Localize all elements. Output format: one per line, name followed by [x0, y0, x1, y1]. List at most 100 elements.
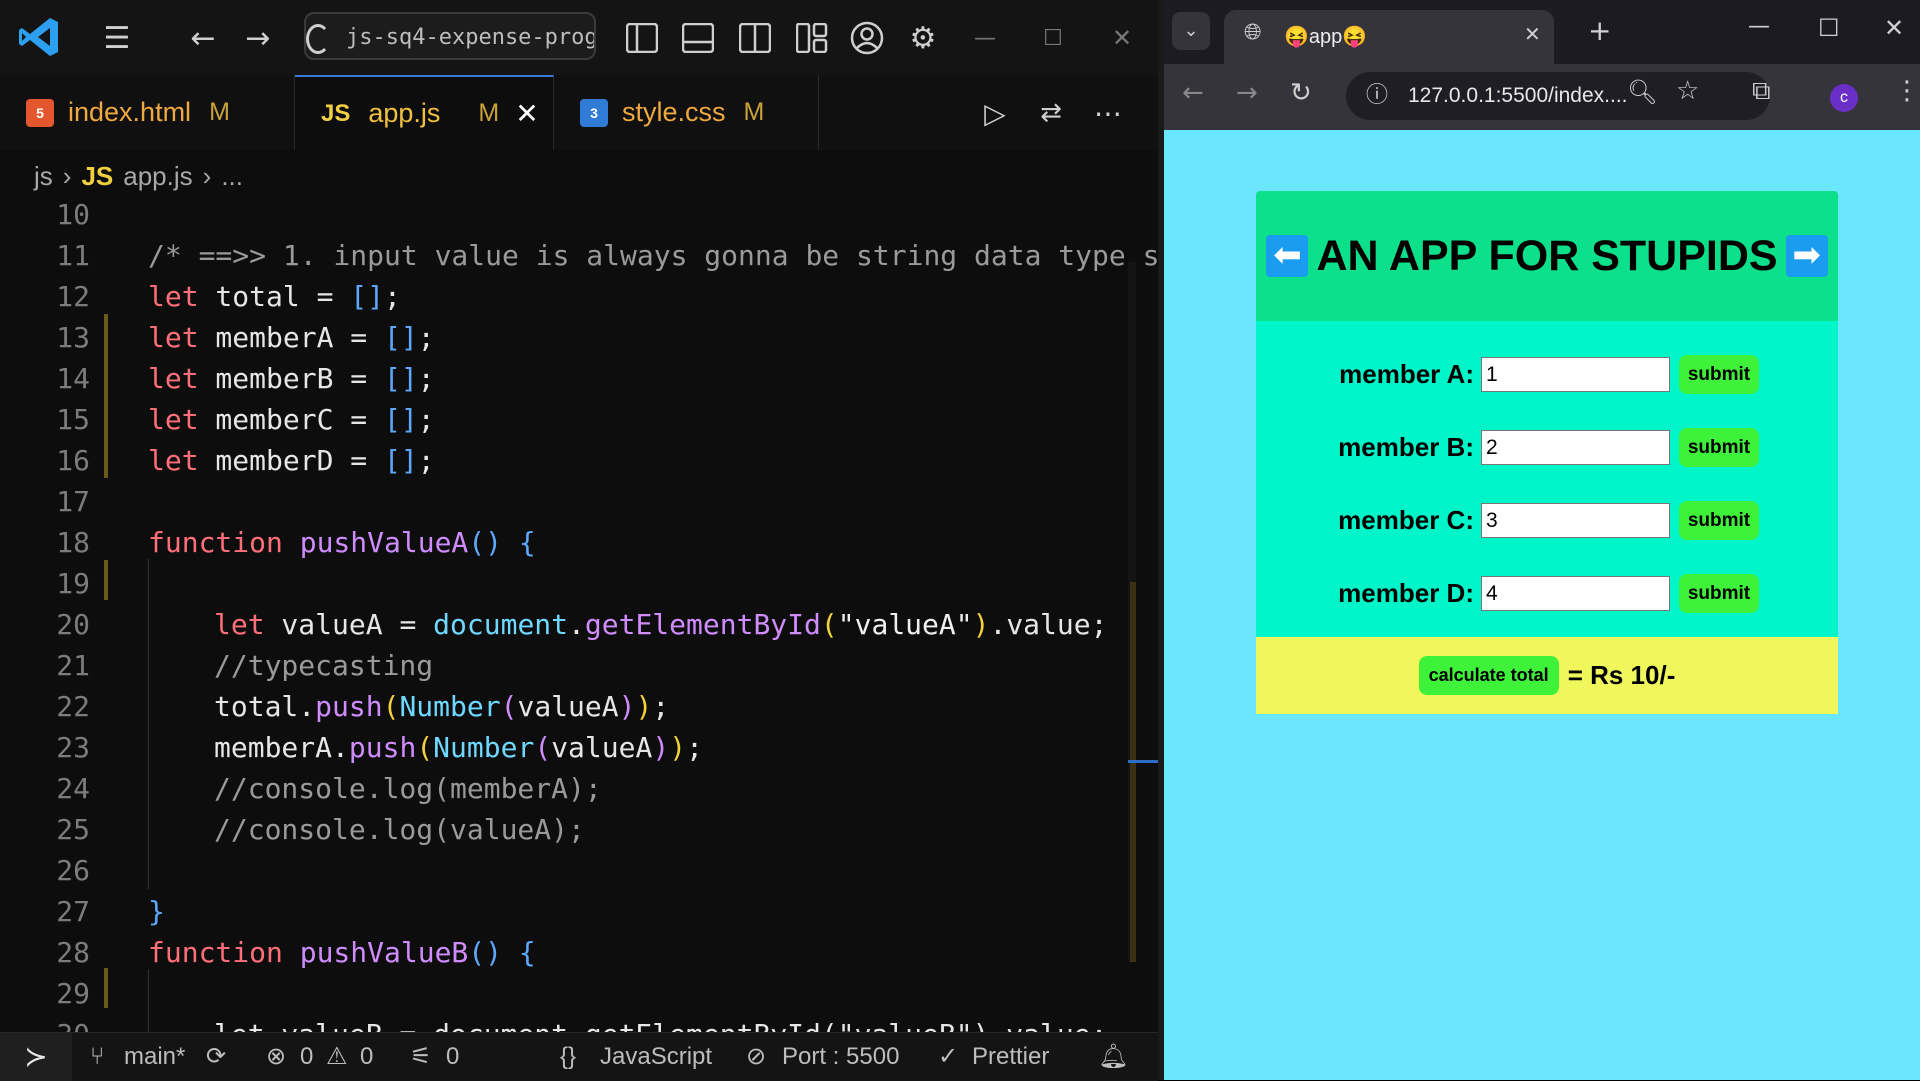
line-number: 11	[56, 239, 90, 272]
url-text: 127.0.0.1:5500/index....	[1408, 84, 1628, 107]
sync-icon[interactable]: ⟳	[206, 1033, 226, 1081]
maximize-icon[interactable]: ☐	[1818, 14, 1840, 42]
member-d-input[interactable]: 4	[1481, 576, 1670, 611]
tab-style-css[interactable]: 3 style.css M	[554, 75, 819, 150]
submit-a-button[interactable]: submit	[1679, 355, 1759, 394]
breadcrumb-file[interactable]: app.js	[123, 161, 192, 192]
loading-spinner-icon	[306, 24, 330, 54]
code-text: let valueB = document.getElementById("va…	[214, 1014, 1107, 1032]
tab-app-js[interactable]: JS app.js M ✕	[295, 75, 554, 150]
code-line: 13 let memberA = [];	[0, 317, 1158, 358]
code-line: 24 //console.log(memberA);	[0, 768, 1158, 809]
vscode-titlebar: ☰ ← → js-sq4-expense-progra ⚙ — ☐ ✕	[0, 0, 1158, 75]
member-c-input[interactable]: 3	[1481, 503, 1670, 538]
submit-c-button[interactable]: submit	[1679, 501, 1759, 540]
code-text: .value;	[989, 608, 1108, 641]
source-control-branch-icon[interactable]: ⑂	[90, 1033, 104, 1081]
code-line: 18 function pushValueA() {	[0, 522, 1158, 563]
member-a-input[interactable]: 1	[1481, 357, 1670, 392]
customize-layout-icon[interactable]	[792, 18, 832, 58]
new-tab-icon[interactable]: +	[1588, 14, 1611, 47]
vscode-logo-icon[interactable]	[16, 14, 62, 60]
command-center-search[interactable]: js-sq4-expense-progra	[304, 12, 596, 60]
prettier-status[interactable]: Prettier	[972, 1033, 1049, 1081]
breadcrumb-folder[interactable]: js	[34, 161, 53, 192]
open-changes-icon[interactable]: ⇄	[1031, 93, 1071, 133]
line-number: 22	[56, 690, 90, 723]
zoom-icon[interactable]: 🔍︎	[1627, 78, 1657, 106]
extensions-icon[interactable]: ⧉	[1752, 76, 1771, 107]
toggle-primary-sidebar-icon[interactable]	[622, 18, 662, 58]
warnings-count[interactable]: 0	[360, 1033, 373, 1081]
address-bar[interactable]: ⓘ 127.0.0.1:5500/index....	[1346, 72, 1770, 120]
code-comment: //console.log(valueA);	[214, 813, 585, 846]
breadcrumb-more[interactable]: ...	[221, 161, 243, 192]
close-window-icon[interactable]: ✕	[1884, 14, 1904, 42]
code-editor[interactable]: 10 11 /* ==>> 1. input value is always go…	[0, 202, 1158, 1032]
code-method: push	[348, 731, 417, 764]
live-server-port[interactable]: Port : 5500	[782, 1033, 899, 1081]
port-icon[interactable]: ⊘	[746, 1033, 766, 1081]
ports-count[interactable]: 0	[446, 1033, 459, 1081]
submit-b-button[interactable]: submit	[1679, 428, 1759, 467]
tab-modified-badge: M	[209, 98, 230, 126]
remote-indicator-icon[interactable]: ≻	[0, 1033, 72, 1081]
member-b-input[interactable]: 2	[1481, 430, 1670, 465]
profile-avatar[interactable]: c	[1830, 84, 1858, 112]
toggle-panel-icon[interactable]	[678, 18, 718, 58]
site-info-icon[interactable]: ⓘ	[1366, 72, 1388, 120]
submit-d-button[interactable]: submit	[1679, 574, 1759, 613]
braces-icon[interactable]: {}	[560, 1033, 576, 1081]
branch-name[interactable]: main*	[124, 1033, 185, 1081]
back-icon[interactable]: ←	[183, 18, 223, 58]
run-icon[interactable]: ▷	[975, 93, 1015, 133]
code-text: memberB =	[198, 362, 385, 395]
browser-menu-icon[interactable]: ⋮	[1894, 76, 1920, 106]
notifications-bell-icon[interactable]: 🔔︎	[1098, 1033, 1128, 1081]
errors-count[interactable]: 0	[300, 1033, 313, 1081]
close-window-icon[interactable]: ✕	[1102, 18, 1142, 58]
warnings-icon[interactable]: ⚠	[326, 1033, 348, 1081]
tab-label: index.html	[68, 97, 192, 127]
tab-index-html[interactable]: 5 index.html M	[0, 75, 295, 150]
language-mode[interactable]: JavaScript	[600, 1033, 712, 1081]
back-icon[interactable]: ←	[1182, 78, 1204, 108]
html5-icon: 5	[26, 98, 54, 127]
code-method: push	[315, 690, 383, 723]
minimize-icon[interactable]: —	[965, 18, 1005, 58]
code-line: 27}	[0, 891, 1158, 932]
bookmark-star-icon[interactable]: ☆	[1676, 76, 1699, 106]
total-result: = Rs 10/-	[1567, 660, 1676, 690]
browser-tab-app[interactable]: 🌐︎ 😝app😝 ✕	[1224, 10, 1554, 64]
menu-icon[interactable]: ☰	[97, 18, 137, 58]
maximize-icon[interactable]: ☐	[1033, 18, 1073, 58]
code-object: Number	[433, 731, 535, 764]
calculate-total-button[interactable]: calculate total	[1418, 656, 1559, 695]
check-icon[interactable]: ✓	[938, 1033, 958, 1081]
code-line: 14 let memberB = [];	[0, 358, 1158, 399]
tab-search-chevron-icon[interactable]: ⌄	[1172, 12, 1210, 50]
line-number: 27	[56, 895, 90, 928]
forward-icon[interactable]: →	[238, 18, 278, 58]
errors-icon[interactable]: ⊗	[266, 1033, 286, 1081]
code-method: getElementById	[584, 608, 821, 641]
app-title: AN APP FOR STUPIDS	[1316, 231, 1778, 280]
accounts-icon[interactable]	[847, 18, 887, 58]
more-actions-icon[interactable]: ⋯	[1088, 93, 1128, 133]
line-number: 20	[56, 608, 90, 641]
line-number: 10	[56, 202, 90, 231]
ports-icon[interactable]: ⚟	[410, 1033, 432, 1081]
reload-icon[interactable]: ↻	[1290, 78, 1312, 108]
close-tab-icon[interactable]: ✕	[1524, 22, 1541, 46]
member-row-b: member B: 2 submit	[1256, 427, 1838, 467]
scrollbar-thumb[interactable]	[1130, 582, 1136, 962]
toggle-secondary-sidebar-icon[interactable]	[735, 18, 775, 58]
close-tab-icon[interactable]: ✕	[515, 97, 538, 130]
line-number: 14	[56, 362, 90, 395]
code-line: 11 /* ==>> 1. input value is always gonna…	[0, 235, 1158, 276]
code-string: "valueA"	[837, 608, 973, 641]
keyword-let: let	[148, 362, 199, 395]
settings-gear-icon[interactable]: ⚙	[903, 18, 943, 58]
minimize-icon[interactable]: —	[1748, 14, 1770, 39]
forward-icon[interactable]: →	[1236, 78, 1258, 108]
